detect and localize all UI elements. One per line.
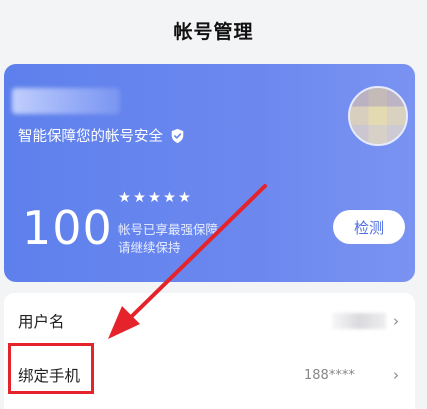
chevron-right-icon: › bbox=[393, 312, 399, 330]
page-title: 帐号管理 bbox=[173, 20, 254, 43]
security-slogan: 智能保障您的帐号安全 bbox=[18, 125, 185, 146]
security-desc-line1: 帐号已享最强保障 bbox=[118, 222, 219, 237]
security-card: 智能保障您的帐号安全 100 ★★★★★ 帐号已享最强保障 请继续保持 检测 bbox=[4, 64, 415, 282]
phone-value: 188**** bbox=[304, 367, 355, 383]
username-value-blurred bbox=[332, 313, 386, 329]
rating-stars: ★★★★★ bbox=[118, 190, 193, 206]
chevron-right-icon: › bbox=[393, 366, 399, 384]
highlight-box bbox=[8, 343, 94, 394]
security-desc-line2: 请继续保持 bbox=[118, 240, 181, 255]
list-item-username[interactable]: 用户名 › bbox=[4, 295, 415, 347]
shield-check-icon bbox=[171, 128, 184, 143]
detect-button[interactable]: 检测 bbox=[333, 210, 405, 244]
top-bar: 帐号管理 bbox=[0, 0, 427, 58]
account-name-blurred bbox=[12, 88, 120, 114]
security-score: 100 bbox=[22, 201, 113, 255]
avatar[interactable] bbox=[348, 86, 408, 146]
security-slogan-text: 智能保障您的帐号安全 bbox=[18, 129, 163, 145]
list-item-label: 用户名 bbox=[18, 313, 65, 331]
